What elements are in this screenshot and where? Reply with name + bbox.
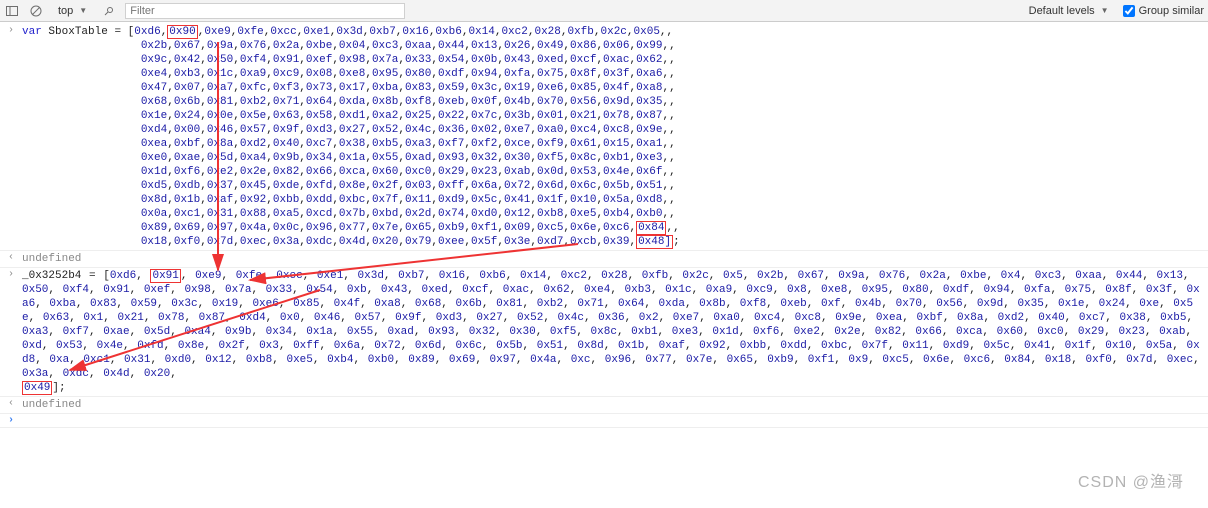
prompt-marker: › [0, 415, 22, 426]
sidebar-toggle-icon[interactable] [4, 3, 20, 19]
output-undefined-2: undefined [22, 398, 1208, 412]
clear-console-icon[interactable] [28, 3, 44, 19]
watermark: CSDN @渔滒 [1078, 468, 1184, 492]
input-marker: › [0, 269, 22, 280]
filter-icon[interactable] [101, 3, 117, 19]
console-output-row: ‹ undefined [0, 251, 1208, 268]
output-marker: ‹ [0, 398, 22, 409]
input-marker: › [0, 25, 22, 36]
group-similar-checkbox[interactable] [1123, 5, 1135, 17]
levels-selector[interactable]: Default levels [1023, 5, 1115, 17]
console-input-row: › var SboxTable = [0xd6,0x90,0xe9,0xfe,0… [0, 24, 1208, 251]
console-body: › var SboxTable = [0xd6,0x90,0xe9,0xfe,0… [0, 22, 1208, 508]
group-similar-toggle[interactable]: Group similar [1123, 5, 1204, 17]
console-output-row: ‹ undefined [0, 397, 1208, 414]
console-toolbar: top Default levels Group similar [0, 0, 1208, 22]
console-input-row: › _0x3252b4 = [0xd6, 0x91, 0xe9, 0xfe, 0… [0, 268, 1208, 397]
console-prompt-row[interactable]: › [0, 414, 1208, 428]
output-marker: ‹ [0, 252, 22, 263]
group-similar-label: Group similar [1139, 5, 1204, 17]
filter-input[interactable] [125, 3, 405, 19]
output-undefined-1: undefined [22, 252, 1208, 266]
code-block-2[interactable]: _0x3252b4 = [0xd6, 0x91, 0xe9, 0xfe, 0xc… [22, 269, 1208, 395]
context-selector[interactable]: top [52, 5, 93, 17]
code-block-1[interactable]: var SboxTable = [0xd6,0x90,0xe9,0xfe,0xc… [22, 25, 1208, 249]
